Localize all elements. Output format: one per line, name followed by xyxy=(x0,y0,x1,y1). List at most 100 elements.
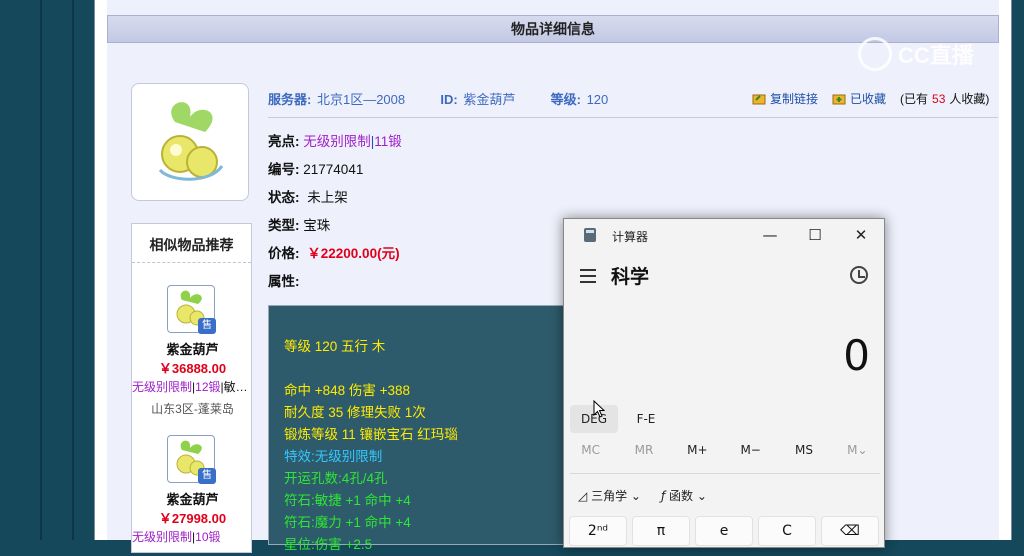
number-row: 编号: 21774041 xyxy=(268,158,363,178)
attribute-line: 开运孔数:4孔/4孔 xyxy=(284,471,388,486)
fe-toggle-button[interactable]: F-E xyxy=(628,405,664,433)
level-label: 等级: xyxy=(550,92,581,107)
function-icon: ƒ xyxy=(660,489,666,503)
attributes-panel: 等级 120 五行 木命中 +848 伤害 +388 耐久度 35 修理失败 1次… xyxy=(268,305,578,552)
tag: 10锻 xyxy=(195,530,221,544)
clear-key[interactable]: C xyxy=(758,516,816,546)
minimize-button[interactable]: — xyxy=(752,223,788,247)
type-value: 宝珠 xyxy=(303,218,331,233)
recommended-item-tags: 无级别限制|10锻 xyxy=(132,530,221,544)
tag: 无级别限制 xyxy=(132,530,193,544)
similar-items-title: 相似物品推荐 xyxy=(132,224,251,263)
function-dropdown[interactable]: ƒ 函数 ⌄ xyxy=(661,487,707,504)
ms-button[interactable]: MS xyxy=(777,443,830,463)
memory-row: MC MR M+ M− MS M⌄ xyxy=(564,443,884,463)
attribute-line xyxy=(284,358,577,380)
copy-link-icon xyxy=(752,94,766,105)
memory-list-button[interactable]: M⌄ xyxy=(831,443,884,463)
collect-count-prefix: (已有 xyxy=(900,92,929,106)
m-minus-button[interactable]: M− xyxy=(724,443,777,463)
tag: 敏… xyxy=(223,380,248,394)
watermark-text: CC直播 xyxy=(898,43,974,68)
background-stripe xyxy=(72,0,74,540)
highlight-label: 亮点: xyxy=(268,134,300,149)
calculator-mode-title: 科学 xyxy=(611,266,650,288)
function-row: ◿ 三角学 ⌄ ƒ 函数 ⌄ xyxy=(578,487,707,504)
recommended-item-price: ￥27998.00 xyxy=(158,511,227,526)
attribute-line: 命中 +848 伤害 +388 xyxy=(284,383,411,398)
attribute-line: 符石:魔力 +1 命中 +4 xyxy=(284,515,411,530)
recommended-item-thumbnail[interactable]: 售 xyxy=(167,285,216,334)
m-plus-button[interactable]: M+ xyxy=(671,443,724,463)
collect-count-suffix: 人收藏) xyxy=(949,92,990,106)
recommended-item-tags: 无级别限制|12锻|敏… xyxy=(132,380,248,394)
divider xyxy=(570,473,880,474)
cc-logo-icon xyxy=(858,37,892,71)
level-value: 120 xyxy=(586,92,609,107)
recommended-item-price: ￥36888.00 xyxy=(158,361,227,376)
attribute-line: 耐久度 35 修理失败 1次 xyxy=(284,405,426,420)
status-label: 状态: xyxy=(268,190,300,205)
calculator-window: 计算器 — ☐ ✕ 科学 0 DEG F-E MC MR M+ M− MS M⌄… xyxy=(563,218,885,548)
calculator-display: 0 xyxy=(843,331,870,380)
favorited-button[interactable]: 已收藏 xyxy=(850,90,886,107)
id-value: 紫金葫芦 xyxy=(463,92,516,107)
mr-button[interactable]: MR xyxy=(617,443,670,463)
tag: 12锻 xyxy=(195,380,221,394)
recommended-item-server: 山东3区-蓬莱岛 xyxy=(151,402,234,416)
attribute-line: 特效:无级别限制 xyxy=(284,449,383,464)
server-label: 服务器: xyxy=(268,92,312,107)
attributes-row: 属性: xyxy=(268,270,300,290)
calculator-app-icon xyxy=(584,228,596,242)
calculator-title: 计算器 xyxy=(612,230,649,244)
recommended-item-name[interactable]: 紫金葫芦 xyxy=(132,489,253,508)
attributes-label: 属性: xyxy=(268,274,300,289)
backspace-key[interactable]: ⌫ xyxy=(821,516,879,546)
close-button[interactable]: ✕ xyxy=(843,223,879,247)
number-label: 编号: xyxy=(268,162,300,177)
similar-items-panel: 相似物品推荐 售 紫金葫芦 ￥36888.00 无级别限制|12锻|敏… 山东3… xyxy=(131,223,252,553)
attribute-line: 星位:伤害 +2.5 xyxy=(284,537,373,552)
attribute-line: 等级 120 五行 木 xyxy=(284,339,386,354)
trigonometry-dropdown[interactable]: ◿ 三角学 ⌄ xyxy=(578,487,641,504)
server-value: 北京1区—2008 xyxy=(316,92,406,107)
recommended-item-name[interactable]: 紫金葫芦 xyxy=(132,339,253,358)
for-sale-badge: 售 xyxy=(198,318,216,334)
trigonometry-label: 三角学 xyxy=(591,489,628,503)
highlight-value: 无级别限制 xyxy=(303,134,371,149)
e-key[interactable]: e xyxy=(695,516,753,546)
status-row: 状态: 未上架 xyxy=(268,186,348,206)
type-label: 类型: xyxy=(268,218,300,233)
cc-live-watermark: CC直播 xyxy=(858,34,998,74)
background-stripe xyxy=(40,0,42,540)
item-meta: 服务器: 北京1区—2008 ID: 紫金葫芦 等级: 120 xyxy=(268,89,610,108)
highlight-value: 11锻 xyxy=(374,134,402,149)
highlight-row: 亮点: 无级别限制|11锻 xyxy=(268,130,402,150)
id-label: ID: xyxy=(440,92,458,107)
favorite-icon xyxy=(832,94,846,105)
tag: 无级别限制 xyxy=(132,380,193,394)
chevron-down-icon: ⌄ xyxy=(630,489,641,503)
copy-link-button[interactable]: 复制链接 xyxy=(770,90,818,107)
divider xyxy=(268,117,998,118)
attribute-line: 锻炼等级 11 镶嵌宝石 红玛瑙 xyxy=(284,427,458,442)
maximize-button[interactable]: ☐ xyxy=(797,223,833,247)
second-function-key[interactable]: 2ⁿᵈ xyxy=(569,516,627,546)
recommended-item-thumbnail[interactable]: 售 xyxy=(167,435,216,484)
history-icon[interactable] xyxy=(850,266,868,284)
hamburger-menu-icon[interactable] xyxy=(580,269,596,283)
status-value: 未上架 xyxy=(307,190,348,205)
calculator-titlebar[interactable]: 计算器 — ☐ ✕ xyxy=(564,219,884,251)
item-image xyxy=(131,83,249,201)
price-label: 价格: xyxy=(268,246,300,261)
collect-count: 53 xyxy=(932,91,946,106)
pi-key[interactable]: π xyxy=(632,516,690,546)
triangle-ruler-icon: ◿ xyxy=(578,489,588,503)
number-value: 21774041 xyxy=(303,162,364,177)
chevron-down-icon: ⌄ xyxy=(696,489,707,503)
price-row: 价格: ￥22200.00(元) xyxy=(268,242,400,262)
attribute-line: 符石:敏捷 +1 命中 +4 xyxy=(284,493,411,508)
mc-button[interactable]: MC xyxy=(564,443,617,463)
mouse-cursor-icon xyxy=(593,400,605,418)
gourd-icon xyxy=(158,102,224,181)
